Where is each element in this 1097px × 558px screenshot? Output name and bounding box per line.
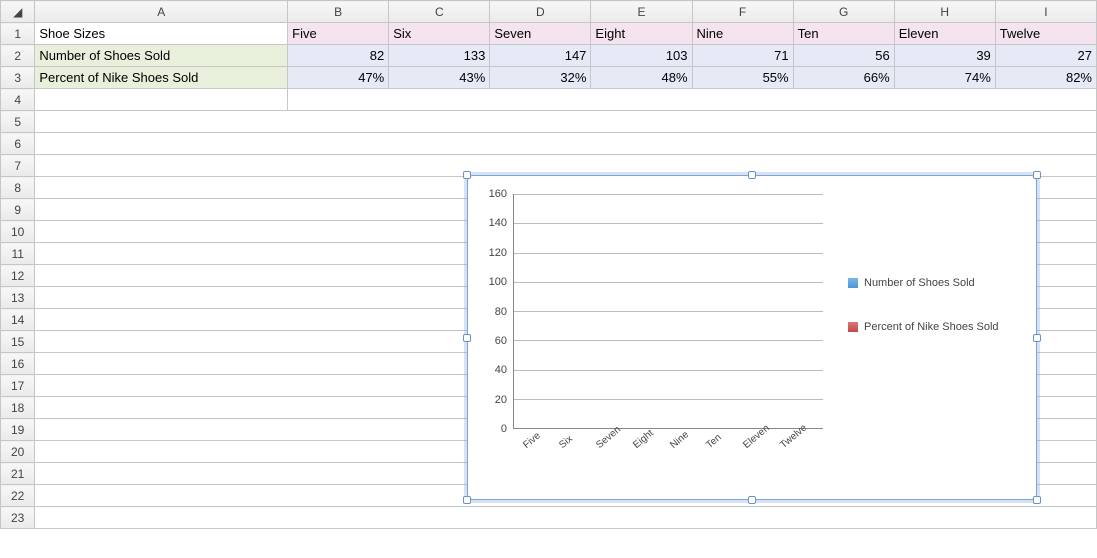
cell[interactable]: [35, 89, 288, 111]
col-header-E[interactable]: E: [591, 1, 692, 23]
row-header-9[interactable]: 9: [1, 199, 35, 221]
y-tick-label: 20: [495, 394, 507, 406]
row-header-15[interactable]: 15: [1, 331, 35, 353]
y-tick-label: 140: [489, 217, 507, 229]
col-header-F[interactable]: F: [692, 1, 793, 23]
x-axis: FiveSixSevenEightNineTenElevenTwelve: [513, 434, 823, 484]
cell-H2[interactable]: 39: [894, 45, 995, 67]
chart-legend[interactable]: Number of Shoes Sold Percent of Nike Sho…: [848, 276, 1018, 365]
row-header-13[interactable]: 13: [1, 287, 35, 309]
col-header-I[interactable]: I: [995, 1, 1096, 23]
row-header-19[interactable]: 19: [1, 419, 35, 441]
col-header-B[interactable]: B: [288, 1, 389, 23]
row-header-1[interactable]: 1: [1, 23, 35, 45]
cell-G2[interactable]: 56: [793, 45, 894, 67]
row-header-22[interactable]: 22: [1, 485, 35, 507]
row-header-10[interactable]: 10: [1, 221, 35, 243]
cell-E3[interactable]: 48%: [591, 67, 692, 89]
cell[interactable]: [35, 111, 1097, 133]
legend-item[interactable]: Percent of Nike Shoes Sold: [848, 320, 1018, 334]
resize-handle-icon[interactable]: [748, 171, 756, 179]
col-header-A[interactable]: A: [35, 1, 288, 23]
row-header-11[interactable]: 11: [1, 243, 35, 265]
legend-label: Number of Shoes Sold: [864, 276, 975, 290]
plot-area[interactable]: [513, 194, 823, 429]
cell[interactable]: [288, 89, 1097, 111]
resize-handle-icon[interactable]: [1033, 171, 1041, 179]
resize-handle-icon[interactable]: [748, 496, 756, 504]
cell-D1[interactable]: Seven: [490, 23, 591, 45]
y-axis: 0 20 40 60 80 100 120 140 160: [468, 194, 510, 429]
row-header-5[interactable]: 5: [1, 111, 35, 133]
cell-B3[interactable]: 47%: [288, 67, 389, 89]
y-tick-label: 60: [495, 335, 507, 347]
cell-B1[interactable]: Five: [288, 23, 389, 45]
y-tick-label: 160: [489, 188, 507, 200]
row-header-6[interactable]: 6: [1, 133, 35, 155]
embedded-chart[interactable]: 0 20 40 60 80 100 120 140 160 FiveSixSev…: [467, 175, 1037, 500]
cell-D2[interactable]: 147: [490, 45, 591, 67]
y-tick-label: 80: [495, 306, 507, 318]
y-tick-label: 0: [501, 423, 507, 435]
cell-F2[interactable]: 71: [692, 45, 793, 67]
col-header-C[interactable]: C: [389, 1, 490, 23]
row-header-18[interactable]: 18: [1, 397, 35, 419]
cell-C3[interactable]: 43%: [389, 67, 490, 89]
y-tick-label: 120: [489, 247, 507, 259]
cell-I1[interactable]: Twelve: [995, 23, 1096, 45]
col-header-G[interactable]: G: [793, 1, 894, 23]
cell-G3[interactable]: 66%: [793, 67, 894, 89]
row-header-23[interactable]: 23: [1, 507, 35, 529]
cell[interactable]: [35, 507, 1097, 529]
resize-handle-icon[interactable]: [463, 496, 471, 504]
cell-H3[interactable]: 74%: [894, 67, 995, 89]
y-tick-label: 100: [489, 276, 507, 288]
col-header-H[interactable]: H: [894, 1, 995, 23]
row-header-7[interactable]: 7: [1, 155, 35, 177]
cell-H1[interactable]: Eleven: [894, 23, 995, 45]
legend-item[interactable]: Number of Shoes Sold: [848, 276, 1018, 290]
cell-E1[interactable]: Eight: [591, 23, 692, 45]
cell-D3[interactable]: 32%: [490, 67, 591, 89]
bar-series: [514, 194, 823, 428]
row-header-8[interactable]: 8: [1, 177, 35, 199]
col-header-D[interactable]: D: [490, 1, 591, 23]
cell-C2[interactable]: 133: [389, 45, 490, 67]
cell-F3[interactable]: 55%: [692, 67, 793, 89]
cell[interactable]: [35, 133, 1097, 155]
row-header-21[interactable]: 21: [1, 463, 35, 485]
resize-handle-icon[interactable]: [1033, 496, 1041, 504]
resize-handle-icon[interactable]: [463, 171, 471, 179]
cell-I2[interactable]: 27: [995, 45, 1096, 67]
resize-handle-icon[interactable]: [1033, 334, 1041, 342]
y-tick-label: 40: [495, 364, 507, 376]
legend-swatch-icon: [848, 278, 858, 288]
legend-swatch-icon: [848, 322, 858, 332]
row-header-12[interactable]: 12: [1, 265, 35, 287]
row-header-16[interactable]: 16: [1, 353, 35, 375]
cell-I3[interactable]: 82%: [995, 67, 1096, 89]
cell-G1[interactable]: Ten: [793, 23, 894, 45]
select-all-corner[interactable]: ◢: [1, 1, 35, 23]
cell-B2[interactable]: 82: [288, 45, 389, 67]
row-header-4[interactable]: 4: [1, 89, 35, 111]
row-header-20[interactable]: 20: [1, 441, 35, 463]
cell-A3[interactable]: Percent of Nike Shoes Sold: [35, 67, 288, 89]
legend-label: Percent of Nike Shoes Sold: [864, 320, 999, 334]
row-header-14[interactable]: 14: [1, 309, 35, 331]
cell-F1[interactable]: Nine: [692, 23, 793, 45]
row-header-3[interactable]: 3: [1, 67, 35, 89]
cell[interactable]: [35, 155, 1097, 177]
row-header-2[interactable]: 2: [1, 45, 35, 67]
cell-C1[interactable]: Six: [389, 23, 490, 45]
row-header-17[interactable]: 17: [1, 375, 35, 397]
cell-A1[interactable]: Shoe Sizes: [35, 23, 288, 45]
cell-A2[interactable]: Number of Shoes Sold: [35, 45, 288, 67]
cell-E2[interactable]: 103: [591, 45, 692, 67]
